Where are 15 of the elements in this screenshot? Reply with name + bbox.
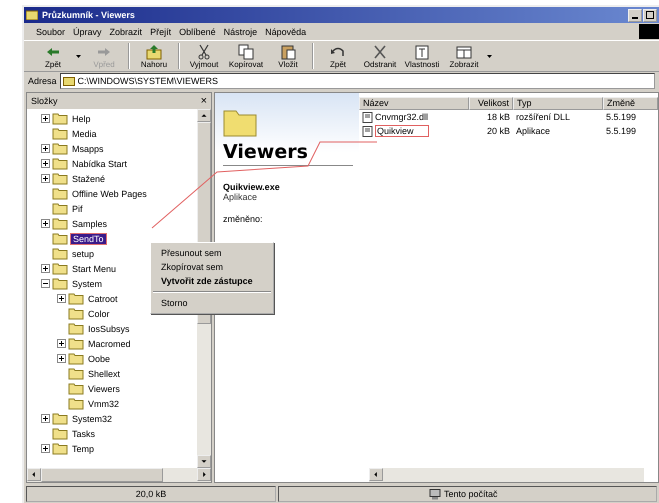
table-cell-text: 5.5.199 [605, 112, 638, 122]
modified-label: změněno: [223, 214, 264, 224]
table-cell-text: 20 kB [486, 126, 511, 136]
panel-title: Složky [31, 96, 58, 106]
window-title: Průzkumník - Viewers [42, 10, 135, 20]
folder-heading: Viewers [223, 141, 353, 166]
status-location: Tento počítač [444, 489, 498, 499]
file-type: Aplikace [223, 192, 258, 202]
table-cell-text: rozšíření DLL [515, 112, 572, 122]
file-name: Quikview.exe [223, 182, 281, 192]
table-cell-text: 18 kB [486, 112, 511, 122]
table-cell-text: 5.5.199 [605, 126, 638, 136]
status-size: 20,0 kB [26, 486, 276, 502]
address-label: Adresa [28, 76, 57, 86]
table-cell-text: Aplikace [515, 126, 552, 136]
